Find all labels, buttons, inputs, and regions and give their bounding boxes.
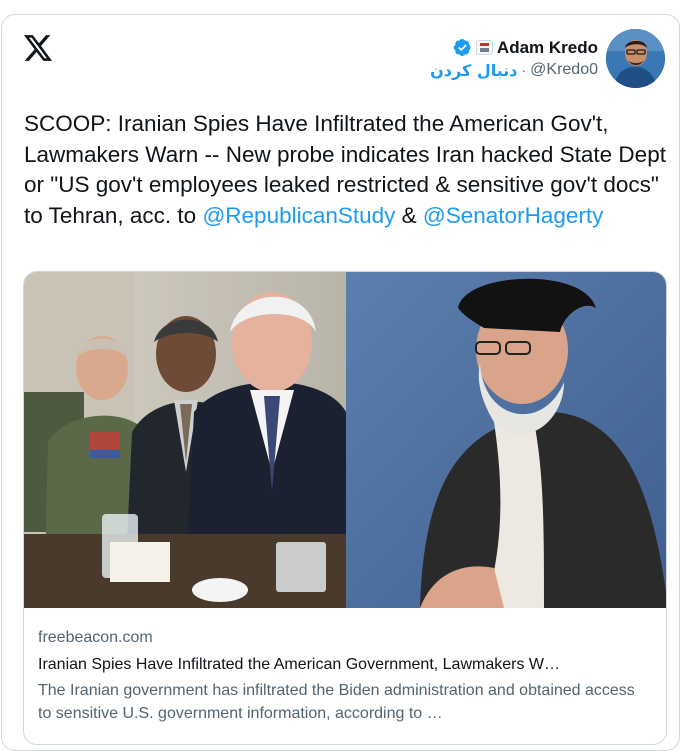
author-handle[interactable]: @Kredo0 <box>530 61 598 79</box>
link-description: The Iranian government has infiltrated t… <box>38 682 635 722</box>
follow-button[interactable]: دنبال کردن <box>430 61 517 80</box>
mention-joiner: & <box>395 202 423 228</box>
link-card-image[interactable] <box>24 272 667 608</box>
separator-dot: · <box>521 62 527 78</box>
link-domain: freebeacon.com <box>38 629 153 646</box>
handle-row: دنبال کردن · @Kredo0 <box>430 61 598 80</box>
tweet-card[interactable]: Adam Kredo دنبال کردن · @Kredo0 SCOOP: I… <box>1 14 680 751</box>
mention-republicanstudy[interactable]: @RepublicanStudy <box>202 203 395 228</box>
link-title[interactable]: Iranian Spies Have Infiltrated the Ameri… <box>38 654 650 676</box>
x-logo-icon[interactable] <box>24 35 52 61</box>
tweet-text: SCOOP: Iranian Spies Have Infiltrated th… <box>24 109 674 231</box>
link-card[interactable]: freebeacon.com Iranian Spies Have Infilt… <box>23 271 667 745</box>
name-row: Adam Kredo <box>453 38 598 58</box>
verified-badge-icon <box>453 39 471 56</box>
author-info: Adam Kredo دنبال کردن · @Kredo0 <box>430 38 598 80</box>
affiliate-badge-icon[interactable] <box>475 40 493 55</box>
mention-senatorhagerty[interactable]: @SenatorHagerty <box>423 203 603 228</box>
author-header: Adam Kredo دنبال کردن · @Kredo0 <box>430 29 665 88</box>
link-meta: freebeacon.com Iranian Spies Have Infilt… <box>38 628 650 725</box>
author-display-name[interactable]: Adam Kredo <box>497 38 598 58</box>
avatar[interactable] <box>606 29 665 88</box>
